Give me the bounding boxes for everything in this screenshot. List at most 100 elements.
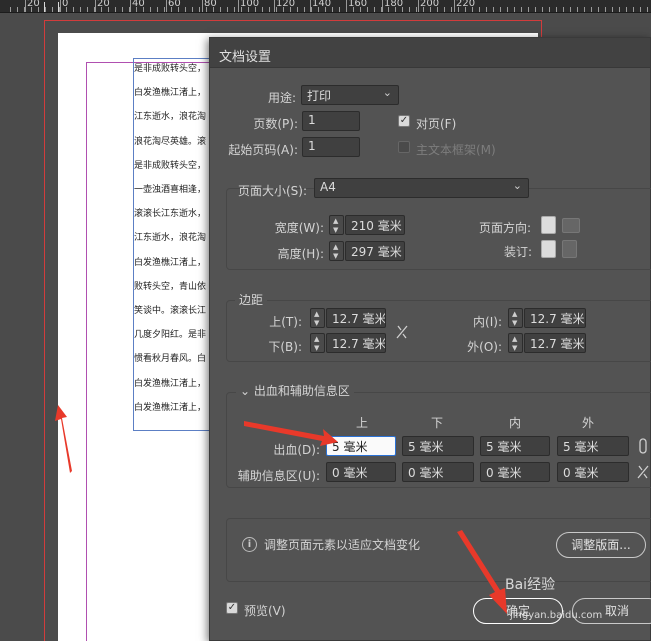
ruler-tick [367,7,368,12]
ruler-tick [409,7,410,12]
intent-select[interactable]: 打印 ⌄ [301,85,399,105]
slug-outside-input[interactable]: 0 毫米 [557,462,629,482]
text-line: 是非成败转头空， [134,160,207,171]
ruler-major-tick [202,0,203,12]
margin-inside-stepper[interactable]: ▲ ▼ [508,308,523,328]
binding-right-icon[interactable] [562,240,577,258]
landscape-icon[interactable] [562,218,580,233]
ruler-number: 100 [240,0,260,9]
watermark-url: jingyan.baidu.com [510,610,603,621]
margin-top-input[interactable]: 12.7 毫米 [326,308,386,328]
ruler-major-tick [25,0,26,12]
text-line: 白发渔樵江渚上， [134,402,207,413]
dialog-title: 文档设置 [219,50,272,65]
bleed-bottom-input[interactable]: 5 毫米 [402,436,474,456]
document-setup-dialog: 文档设置 用途: 打印 ⌄ 页数(P): 1 ✓ 对页(F) 起始页码(A): … [209,37,651,641]
ruler-tick [577,7,578,12]
ruler-tick [234,7,235,12]
pages-label: 页数(P): [253,117,298,131]
ruler-number: 40 [132,0,145,9]
text-line: 白发渔樵江渚上， [134,378,207,389]
ruler-major-tick [418,0,419,12]
slug-top-input[interactable]: 0 毫米 [326,462,396,482]
ruler-number: 120 [276,0,296,9]
slug-bottom-input[interactable]: 0 毫米 [402,462,474,482]
facing-pages-checkbox[interactable]: ✓ [398,115,410,127]
ruler-tick [115,7,116,12]
margin-bottom-input[interactable]: 12.7 毫米 [326,333,386,353]
ruler-tick [598,7,599,12]
height-input[interactable]: 297 毫米 [345,241,405,261]
portrait-icon[interactable] [541,216,556,234]
ruler-tick [563,7,564,12]
ruler-major-tick [166,0,167,12]
horizontal-ruler[interactable]: 20 0 20 40 60 80 100 120 140 160 180 200 220 [0,0,651,13]
ruler-tick [164,7,165,12]
ruler-tick [416,7,417,12]
margin-inside-input[interactable]: 12.7 毫米 [524,308,586,328]
column-outside-label: 外 [582,416,595,430]
ruler-tick [374,7,375,12]
ruler-major-tick [454,0,455,12]
annotation-arrow-left [55,405,72,473]
ruler-tick [612,7,613,12]
ruler-tick [542,7,543,12]
margin-top-label: 上(T): [269,315,302,329]
ruler-tick [52,7,53,12]
binding-left-icon[interactable] [541,240,556,258]
ruler-tick [10,7,11,12]
text-line: 浪花淘尽英雄。滚 [134,136,207,147]
link-broken-icon[interactable] [637,464,649,480]
column-top-label: 上 [356,416,369,430]
primary-frame-checkbox[interactable] [398,141,410,153]
ruler-number: 80 [204,0,217,9]
watermark-logo: Bai经验 [505,577,556,593]
margins-title: 边距 [235,291,268,308]
bleed-section-toggle[interactable]: ⌄ 出血和辅助信息区 [236,382,354,399]
preview-checkbox[interactable]: ✓ [226,602,238,614]
ruler-tick [556,7,557,12]
preview-label: 预览(V) [244,604,286,618]
ruler-tick [535,7,536,12]
text-line: 滚滚长江东逝水， [134,209,207,220]
height-stepper[interactable]: ▲ ▼ [329,241,344,261]
page-size-label: 页面大小(S): [238,184,308,198]
start-page-label: 起始页码(A): [228,143,298,157]
margin-outside-stepper[interactable]: ▲ ▼ [508,333,523,353]
ruler-tick [500,7,501,12]
start-page-input[interactable]: 1 [302,137,360,157]
margin-outside-label: 外(O): [467,340,502,354]
ruler-tick [227,7,228,12]
width-label: 宽度(W): [274,221,324,235]
width-input[interactable]: 210 毫米 [345,215,405,235]
ruler-tick [493,7,494,12]
ruler-major-tick [130,0,131,12]
ruler-tick [633,7,634,12]
bleed-inside-input[interactable]: 5 毫米 [480,436,550,456]
dialog-titlebar[interactable]: 文档设置 [210,38,650,68]
ruler-tick [521,7,522,12]
ruler-number: 20 [27,0,40,9]
ruler-tick [73,7,74,12]
orientation-label: 页面方向: [479,221,532,235]
chevron-down-icon: ⌄ [382,86,392,99]
ruler-tick [80,7,81,12]
link-icon[interactable] [637,438,649,454]
ruler-tick [269,7,270,12]
margin-bottom-stepper[interactable]: ▲ ▼ [310,333,325,353]
margin-top-stepper[interactable]: ▲ ▼ [310,308,325,328]
pages-input[interactable]: 1 [302,111,360,131]
page-size-select[interactable]: A4 ⌄ [314,178,529,198]
bleed-outside-input[interactable]: 5 毫米 [557,436,629,456]
ruler-number: 200 [420,0,440,9]
ruler-number: 20 [97,0,110,9]
text-line: 是非成败转头空， [134,64,207,74]
slug-inside-input[interactable]: 0 毫米 [480,462,550,482]
margin-outside-input[interactable]: 12.7 毫米 [524,333,586,353]
ruler-tick [297,7,298,12]
width-stepper[interactable]: ▲ ▼ [329,215,344,235]
link-broken-icon[interactable] [396,324,408,340]
adjust-layout-button[interactable]: 调整版面... [556,532,646,558]
ruler-tick [626,7,627,12]
binding-label: 装订: [504,245,533,259]
